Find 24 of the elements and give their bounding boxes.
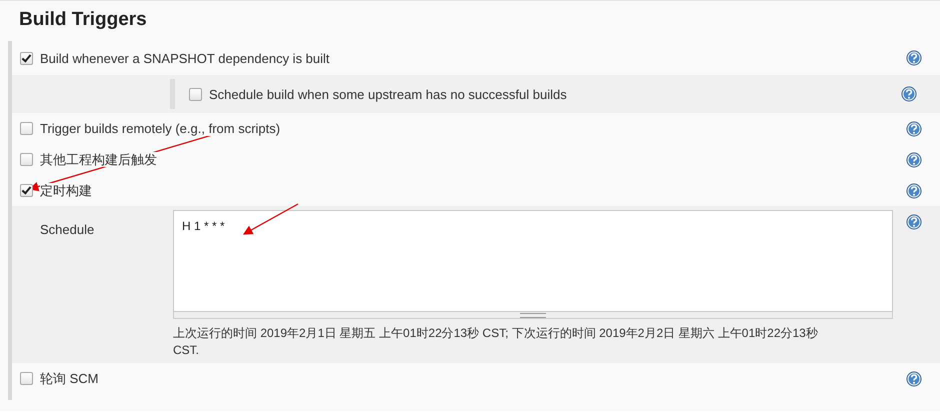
checkbox-label: Build whenever a SNAPSHOT dependency is built bbox=[40, 50, 330, 66]
checkbox-label: 其他工程构建后触发 bbox=[40, 152, 157, 166]
checkbox-label: 轮询 SCM bbox=[40, 370, 98, 386]
checkbox[interactable] bbox=[20, 372, 33, 385]
help-icon[interactable] bbox=[906, 152, 922, 168]
checkbox-label: Trigger builds remotely (e.g., from scripts) bbox=[40, 121, 280, 136]
schedule-field[interactable]: H 1 * * * bbox=[173, 210, 893, 312]
annotation-arrow bbox=[242, 203, 298, 235]
section-title: Build Triggers bbox=[18, 8, 148, 32]
help-icon[interactable] bbox=[906, 182, 922, 198]
help-icon[interactable] bbox=[906, 120, 922, 136]
field-label: Schedule bbox=[40, 221, 96, 239]
checkbox[interactable] bbox=[20, 122, 33, 135]
help-icon[interactable] bbox=[906, 370, 922, 386]
schedule-description: 上次运行的时间 2019年2月1日 星期五 上午01时22分13秒 CST; 下次运行的时间 2019年2月2日 星期六 上午01时22分13秒 CST. bbox=[173, 325, 819, 359]
checkbox-label: 定时构建 bbox=[40, 182, 92, 198]
checkbox[interactable] bbox=[20, 153, 33, 166]
help-icon[interactable] bbox=[906, 214, 922, 230]
checkbox[interactable] bbox=[189, 88, 202, 100]
checkbox[interactable] bbox=[20, 52, 33, 64]
help-icon[interactable] bbox=[901, 86, 917, 102]
checkbox-label: Schedule build when some upstream has no successful builds bbox=[209, 86, 567, 102]
checkbox[interactable] bbox=[20, 184, 33, 197]
help-icon[interactable] bbox=[906, 50, 922, 66]
